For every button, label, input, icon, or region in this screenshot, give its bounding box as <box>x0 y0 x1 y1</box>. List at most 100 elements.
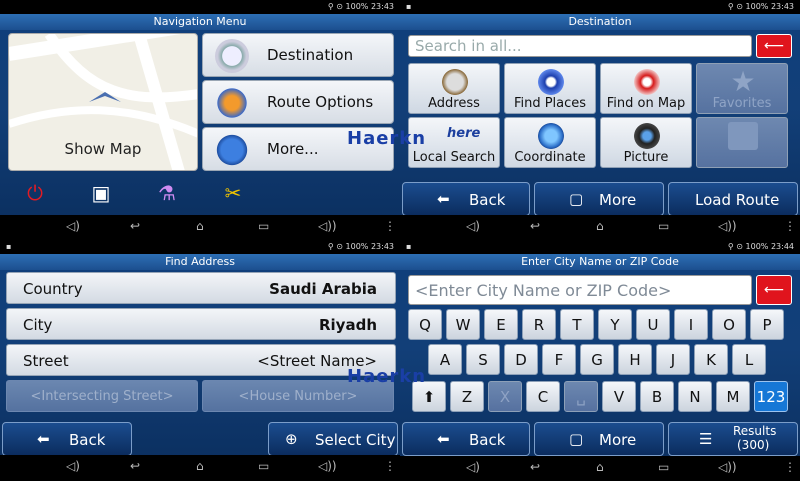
camera-icon <box>632 122 662 150</box>
show-map-label: Show Map <box>64 140 142 158</box>
status-bar: ▪ ⚲ ⊙ 100% 23:44 <box>400 240 800 254</box>
city-row[interactable]: City Riyadh <box>6 308 396 340</box>
search-input[interactable]: Search in all... <box>408 35 752 57</box>
intersecting-street-field[interactable]: <Intersecting Street> <box>6 380 198 412</box>
key-M[interactable]: M <box>716 381 750 412</box>
key-Z[interactable]: Z <box>450 381 484 412</box>
more-button[interactable]: ▢ More <box>534 422 664 456</box>
clock: 23:43 <box>770 2 794 11</box>
home-nav-icon[interactable]: ⌂ <box>196 459 204 473</box>
space-key[interactable]: ␣ <box>564 381 598 412</box>
back-nav-icon[interactable]: ↩ <box>530 219 540 233</box>
key-J[interactable]: J <box>656 344 690 375</box>
home-nav-icon[interactable]: ⌂ <box>596 219 604 233</box>
overflow-menu-icon[interactable]: ⋮ <box>784 460 796 474</box>
coordinate-tile[interactable]: Coordinate <box>504 117 596 168</box>
key-A[interactable]: A <box>428 344 462 375</box>
clock: 23:44 <box>770 242 794 251</box>
volume-up-icon[interactable]: ◁)) <box>318 459 337 473</box>
country-row[interactable]: Country Saudi Arabia <box>6 272 396 304</box>
key-U[interactable]: U <box>636 309 670 340</box>
back-arrow-icon: ⬅ <box>437 190 450 208</box>
back-button[interactable]: ⬅ Back <box>402 422 530 456</box>
key-X[interactable]: X <box>488 381 522 412</box>
key-Q[interactable]: Q <box>408 309 442 340</box>
destination-button[interactable]: Destination <box>202 33 394 77</box>
globe-icon <box>536 122 566 150</box>
find-places-tile[interactable]: Find Places <box>504 63 596 114</box>
truck-icon[interactable]: ▣ <box>88 180 114 206</box>
volume-down-icon[interactable]: ◁) <box>66 219 80 233</box>
system-nav-bar: ◁) ↩ ⌂ ▭ ◁)) ⋮ <box>0 455 400 480</box>
street-row[interactable]: Street <Street Name> <box>6 344 396 376</box>
delete-button[interactable]: ⟵ <box>756 275 792 305</box>
picture-tile[interactable]: Picture <box>600 117 692 168</box>
key-I[interactable]: I <box>674 309 708 340</box>
volume-up-icon[interactable]: ◁)) <box>718 460 737 474</box>
page-title: Enter City Name or ZIP Code <box>400 254 800 270</box>
tools-icon[interactable]: ✂ <box>220 180 246 206</box>
recents-nav-icon[interactable]: ▭ <box>658 460 669 474</box>
page-title: Navigation Menu <box>0 14 400 30</box>
overflow-menu-icon[interactable]: ⋮ <box>784 219 796 233</box>
city-entry-panel: ▪ ⚲ ⊙ 100% 23:44 Enter City Name or ZIP … <box>400 240 800 481</box>
volume-up-icon[interactable]: ◁)) <box>718 219 737 233</box>
key-B[interactable]: B <box>640 381 674 412</box>
watermark: Haerkn <box>347 128 427 149</box>
key-P[interactable]: P <box>750 309 784 340</box>
address-tile[interactable]: Address <box>408 63 500 114</box>
back-nav-icon[interactable]: ↩ <box>130 459 140 473</box>
more-icon: ▢ <box>569 430 584 448</box>
key-N[interactable]: N <box>678 381 712 412</box>
favorites-tile[interactable]: ★ Favorites <box>696 63 788 114</box>
numbers-key[interactable]: 123 <box>754 381 788 412</box>
overflow-menu-icon[interactable]: ⋮ <box>384 219 396 233</box>
key-S[interactable]: S <box>466 344 500 375</box>
recents-nav-icon[interactable]: ▭ <box>258 459 269 473</box>
back-button[interactable]: ⬅ Back <box>402 182 530 216</box>
key-R[interactable]: R <box>522 309 556 340</box>
select-city-button[interactable]: ⊕ Select City <box>268 422 398 456</box>
show-map-button[interactable]: Show Map <box>8 33 198 171</box>
country-label: Country <box>23 280 83 298</box>
key-C[interactable]: C <box>526 381 560 412</box>
key-T[interactable]: T <box>560 309 594 340</box>
key-E[interactable]: E <box>484 309 518 340</box>
volume-down-icon[interactable]: ◁) <box>466 460 480 474</box>
key-D[interactable]: D <box>504 344 538 375</box>
back-nav-icon[interactable]: ↩ <box>530 460 540 474</box>
back-button[interactable]: ⬅ Back <box>2 422 132 456</box>
key-G[interactable]: G <box>580 344 614 375</box>
key-Y[interactable]: Y <box>598 309 632 340</box>
more-button[interactable]: ▢ More <box>534 182 664 216</box>
load-route-button[interactable]: Load Route <box>668 182 798 216</box>
overflow-menu-icon[interactable]: ⋮ <box>384 459 396 473</box>
key-F[interactable]: F <box>542 344 576 375</box>
crosshair-icon: ⊕ <box>285 430 298 448</box>
history-tile[interactable] <box>696 117 788 168</box>
results-button[interactable]: ☰ Results (300) <box>668 422 798 456</box>
power-icon[interactable]: ⏻ <box>22 180 48 206</box>
recents-nav-icon[interactable]: ▭ <box>258 219 269 233</box>
home-nav-icon[interactable]: ⌂ <box>196 219 204 233</box>
volume-up-icon[interactable]: ◁)) <box>318 219 337 233</box>
star-icon: ★ <box>730 65 756 98</box>
route-options-button[interactable]: Route Options <box>202 80 394 124</box>
key-H[interactable]: H <box>618 344 652 375</box>
volume-down-icon[interactable]: ◁) <box>466 219 480 233</box>
key-O[interactable]: O <box>712 309 746 340</box>
key-W[interactable]: W <box>446 309 480 340</box>
back-nav-icon[interactable]: ↩ <box>130 219 140 233</box>
city-search-input[interactable]: <Enter City Name or ZIP Code> <box>408 275 752 305</box>
flask-icon[interactable]: ⚗ <box>154 180 180 206</box>
key-V[interactable]: V <box>602 381 636 412</box>
delete-button[interactable]: ⟵ <box>756 34 792 58</box>
volume-down-icon[interactable]: ◁) <box>66 459 80 473</box>
country-value: Saudi Arabia <box>269 280 377 298</box>
find-on-map-tile[interactable]: Find on Map <box>600 63 692 114</box>
home-nav-icon[interactable]: ⌂ <box>596 460 604 474</box>
recents-nav-icon[interactable]: ▭ <box>658 219 669 233</box>
key-K[interactable]: K <box>694 344 728 375</box>
system-nav-bar: ◁) ↩ ⌂ ▭ ◁)) ⋮ <box>400 215 800 240</box>
key-L[interactable]: L <box>732 344 766 375</box>
